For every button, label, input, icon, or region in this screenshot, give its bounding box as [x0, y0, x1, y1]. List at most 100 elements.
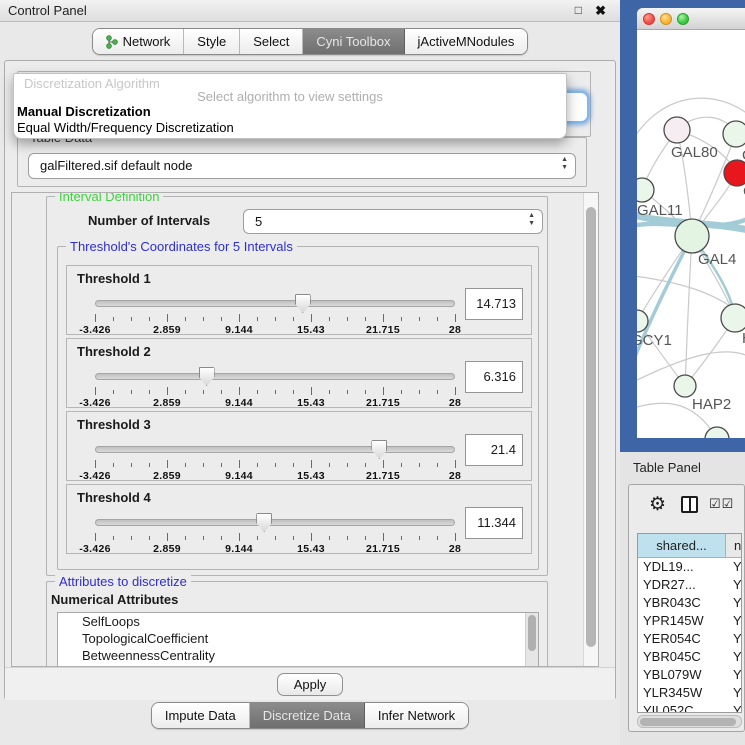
tab-select[interactable]: Select [240, 29, 303, 54]
slider-tick [167, 533, 168, 541]
attributes-list-scrollbar[interactable] [525, 613, 538, 667]
tab-network[interactable]: Network [93, 29, 185, 54]
slider-tick [311, 460, 312, 468]
network-node [664, 117, 690, 143]
tab-cyni-toolbox-label: Cyni Toolbox [316, 34, 390, 49]
slider-tick [383, 460, 384, 468]
network-node [721, 304, 745, 332]
table-horizontal-scrollbar[interactable] [637, 715, 742, 728]
cell-shared-name[interactable]: YLR345W [638, 684, 726, 702]
table-row[interactable]: YBR045CYBR0 [638, 648, 741, 666]
slider-track[interactable] [95, 446, 455, 453]
column-header-shared[interactable]: shared... [638, 534, 726, 557]
threshold-1-slider[interactable]: -3.4262.8599.14415.4321.71528 [95, 294, 455, 334]
slider-tick-label: 21.715 [366, 397, 400, 409]
tab-cyni-toolbox[interactable]: Cyni Toolbox [303, 29, 404, 54]
close-window-icon[interactable]: ✖ [595, 3, 606, 19]
threshold-4-value-field[interactable]: 11.344 [465, 507, 523, 539]
cell-shared-name[interactable]: YBR045C [638, 648, 726, 666]
table-row[interactable]: YER054CYER0 [638, 630, 741, 648]
interval-definition-label: Interval Definition [55, 192, 163, 204]
cell-shared-name[interactable]: YDR27... [638, 576, 726, 594]
cell-name[interactable]: YBL0 [726, 666, 741, 684]
tab-impute-data[interactable]: Impute Data [152, 703, 250, 728]
table-row[interactable]: YBR043CYBR0 [638, 594, 741, 612]
table-data-combobox[interactable]: galFiltered.sif default node ▲▼ [28, 153, 576, 179]
slider-tick [329, 536, 330, 540]
table-panel: ⚙ ☑☑ shared... n YDL19...YDL1YDR27...YDR… [628, 484, 745, 732]
threshold-2-slider[interactable]: -3.4262.8599.14415.4321.71528 [95, 367, 455, 407]
threshold-3-value-field[interactable]: 21.4 [465, 434, 523, 466]
mac-close-button[interactable] [643, 13, 655, 25]
attribute-list-item[interactable]: TopologicalCoefficient [58, 630, 538, 647]
slider-handle[interactable] [295, 294, 311, 313]
table-row[interactable]: YDL19...YDL1 [638, 558, 741, 576]
cell-shared-name[interactable]: YDL19... [638, 558, 726, 576]
settings-vertical-scrollbar[interactable] [583, 193, 598, 666]
table-row[interactable]: YIL052CYIL0 [638, 702, 741, 713]
option-manual-discretization[interactable]: Manual Discretization [17, 104, 151, 119]
numerical-attributes-list[interactable]: SelfLoopsTopologicalCoefficientBetweenne… [57, 612, 539, 667]
tab-infer-network[interactable]: Infer Network [365, 703, 468, 728]
mac-minimize-button[interactable] [660, 13, 672, 25]
column-header-name[interactable]: n [726, 534, 741, 557]
slider-tick-label: 15.43 [297, 397, 325, 409]
cell-name[interactable]: YLR3 [726, 684, 741, 702]
cell-name[interactable]: YDR2 [726, 576, 741, 594]
threshold-3-slider[interactable]: -3.4262.8599.14415.4321.71528 [95, 440, 455, 480]
threshold-2-value-field[interactable]: 6.316 [465, 361, 523, 393]
slider-handle[interactable] [256, 513, 272, 532]
attribute-list-item[interactable]: BetweennessCentrality [58, 647, 538, 664]
cell-shared-name[interactable]: YER054C [638, 630, 726, 648]
slider-tick [401, 463, 402, 467]
number-of-intervals-combobox[interactable]: 5 ▲▼ [243, 209, 543, 234]
slider-tick [113, 463, 114, 467]
cell-name[interactable]: YER0 [726, 630, 741, 648]
float-window-icon[interactable]: □ [575, 3, 582, 17]
apply-button[interactable]: Apply [277, 673, 344, 696]
checkboxes-icon[interactable]: ☑☑ [709, 496, 734, 512]
slider-tick-label: 15.43 [297, 470, 325, 482]
mac-zoom-button[interactable] [677, 13, 689, 25]
combo-stepper-icon: ▲▼ [561, 156, 568, 173]
threshold-4-slider[interactable]: -3.4262.8599.14415.4321.71528 [95, 513, 455, 553]
slider-tick-label: 9.144 [225, 324, 253, 336]
table-row[interactable]: YLR345WYLR3 [638, 684, 741, 702]
option-equal-width-frequency[interactable]: Equal Width/Frequency Discretization [17, 120, 234, 135]
tab-discretize-data[interactable]: Discretize Data [250, 703, 365, 728]
threshold-2-label: Threshold 2 [77, 344, 151, 359]
settings-scroll-pane: Interval Definition Number of Intervals … [11, 192, 599, 667]
cell-name[interactable]: YDL1 [726, 558, 741, 576]
slider-track[interactable] [95, 519, 455, 526]
cell-shared-name[interactable]: YIL052C [638, 702, 726, 713]
table-row[interactable]: YPR145WYPR1 [638, 612, 741, 630]
slider-track[interactable] [95, 300, 455, 307]
table-row[interactable]: YDR27...YDR2 [638, 576, 741, 594]
slider-track[interactable] [95, 373, 455, 380]
network-canvas[interactable]: GAL80 G C GAL11 GAL4 GCY1 H HAP2 [637, 30, 745, 438]
table-row[interactable]: YBL079WYBL0 [638, 666, 741, 684]
numerical-attributes-heading: Numerical Attributes [51, 592, 178, 607]
slider-handle[interactable] [371, 440, 387, 459]
attribute-list-item[interactable]: SelfLoops [58, 613, 538, 630]
cell-name[interactable]: YBR0 [726, 648, 741, 666]
gear-icon[interactable]: ⚙ [649, 493, 666, 516]
slider-tick [149, 463, 150, 467]
tab-jactivemnodules[interactable]: jActiveMNodules [405, 29, 528, 54]
cell-shared-name[interactable]: YPR145W [638, 612, 726, 630]
cell-shared-name[interactable]: YBL079W [638, 666, 726, 684]
network-node [723, 121, 745, 147]
slider-tick-label: 15.43 [297, 324, 325, 336]
cell-name[interactable]: YBR0 [726, 594, 741, 612]
tab-style[interactable]: Style [184, 29, 240, 54]
threshold-1-value-field[interactable]: 14.713 [465, 288, 523, 320]
cell-name[interactable]: YIL0 [726, 702, 741, 713]
cell-shared-name[interactable]: YBR043C [638, 594, 726, 612]
columns-icon[interactable] [681, 496, 698, 513]
slider-tick [113, 536, 114, 540]
cell-name[interactable]: YPR1 [726, 612, 741, 630]
slider-tick-label: 2.859 [153, 397, 181, 409]
slider-tick [293, 390, 294, 394]
slider-handle[interactable] [199, 367, 215, 386]
table-data-selected-value: galFiltered.sif default node [40, 158, 192, 173]
